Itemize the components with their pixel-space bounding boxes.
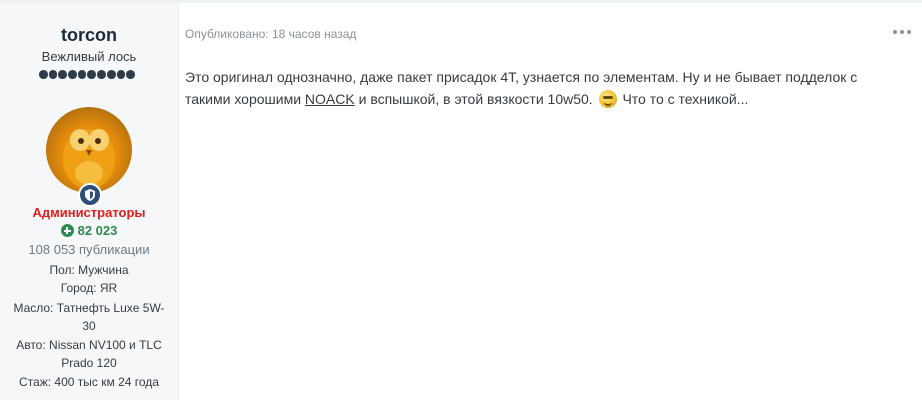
rank-pip <box>48 70 58 79</box>
author-avatar[interactable] <box>46 107 132 193</box>
author-post-count: 108 053 публикации <box>28 242 150 257</box>
rank-pip <box>39 70 48 79</box>
menu-dot <box>893 30 897 34</box>
profile-field-car: Авто: Nissan NV100 и TLC Prado 120 <box>16 338 162 370</box>
profile-field-oil: Масло: Татнефть Luxe 5W- 30 <box>13 301 165 333</box>
post-menu-icon[interactable] <box>893 30 911 34</box>
rank-pip <box>106 70 116 79</box>
moderator-shield-icon <box>78 183 102 207</box>
profile-field-city: Город: ЯR <box>60 281 118 295</box>
rank-pip <box>116 70 126 79</box>
post-content: Это оригинал однозначно, даже пакет прис… <box>185 66 885 110</box>
rank-pip <box>97 70 106 79</box>
author-group: Администраторы <box>32 205 146 220</box>
menu-dot <box>907 30 911 34</box>
author-username[interactable]: torcon <box>0 25 178 46</box>
rank-pip <box>68 70 77 79</box>
author-rank-title: Вежливый лось <box>41 49 137 64</box>
post-text: и вспышкой, в этой вязкости 10w50. <box>354 91 593 107</box>
post-text: Что то с техникой... <box>618 91 749 107</box>
post-meta: Опубликовано: 18 часов назад <box>185 27 357 41</box>
owl-icon <box>63 129 115 189</box>
plus-circle-icon <box>60 224 74 237</box>
rank-pips <box>39 70 135 82</box>
rank-pip <box>87 70 97 79</box>
smiley-emoji-icon <box>598 90 617 108</box>
author-reputation: 82 023 <box>0 223 178 238</box>
menu-dot <box>900 30 904 34</box>
rank-pip <box>58 70 68 79</box>
author-panel: torcon Вежливый лось Администраторы 82 0… <box>0 3 179 400</box>
profile-field-experience: Стаж: 400 тыс км 24 года <box>19 375 159 389</box>
reputation-value: 82 023 <box>77 223 118 238</box>
noack-link[interactable]: NOACK <box>305 91 355 107</box>
rank-pip <box>77 70 87 79</box>
rank-pip <box>126 70 135 79</box>
profile-field-gender: Пол: Мужчина <box>49 263 129 277</box>
